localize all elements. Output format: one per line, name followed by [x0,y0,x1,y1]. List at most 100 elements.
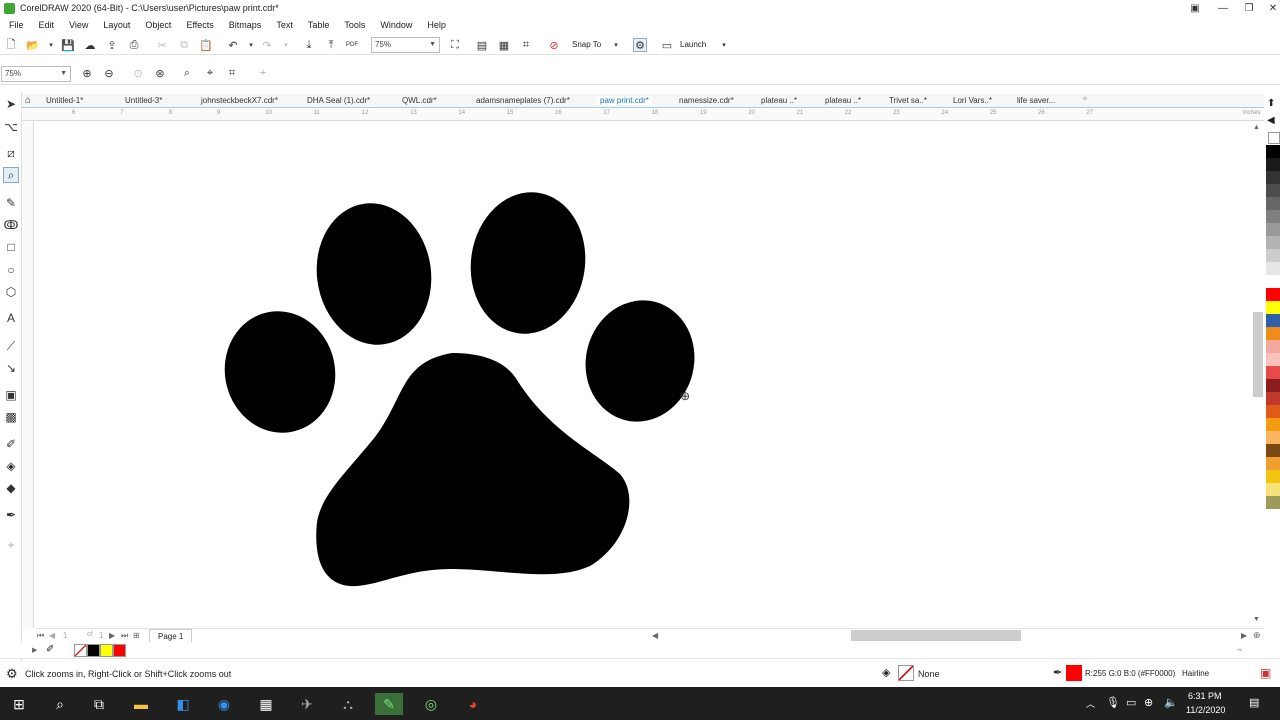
zoom-all-objects-icon[interactable]: ⊛ [153,66,167,80]
menu-effects[interactable]: Effects [186,20,213,30]
restore-icon[interactable]: ▣ [1182,0,1208,16]
tab-plateau-1[interactable]: plateau ..* [761,96,797,105]
doc-palette-eyedropper-icon[interactable]: ✐ [46,644,54,655]
drop-shadow-tool-icon[interactable]: ▣ [3,387,19,403]
tab-namessize[interactable]: namessize.cdr* [679,96,734,105]
menu-view[interactable]: View [69,20,88,30]
palette-swatch[interactable] [1266,340,1280,353]
menu-layout[interactable]: Layout [103,20,130,30]
menu-text[interactable]: Text [276,20,293,30]
add-tab-icon[interactable]: + [1082,94,1088,105]
palette-swatch[interactable] [1266,145,1280,158]
scroll-left-icon[interactable]: ◀ [652,631,658,640]
tab-untitled-1[interactable]: Untitled-1* [46,96,83,105]
palette-swatch[interactable] [1266,184,1280,197]
save-icon[interactable]: 💾 [61,38,75,52]
redo-icon[interactable]: ↷ [260,38,274,52]
undo-dropdown-icon[interactable]: ▾ [244,38,258,52]
palette-swatch[interactable] [1266,288,1280,301]
add-icon[interactable]: + [256,66,270,80]
tab-adamsnameplates[interactable]: adamsnameplates (7).cdr* [476,96,570,105]
show-grid-icon[interactable]: ▦ [497,38,511,52]
show-rulers-icon[interactable]: ▤ [475,38,489,52]
vertical-scroll-thumb[interactable] [1253,312,1263,397]
menu-help[interactable]: Help [427,20,446,30]
menu-table[interactable]: Table [308,20,330,30]
menu-edit[interactable]: Edit [39,20,55,30]
palette-swatch[interactable] [1266,444,1280,457]
palette-swatch[interactable] [1266,223,1280,236]
crop-tool-icon[interactable]: ⧄ [3,145,19,161]
color-eyedropper-tool-icon[interactable]: ✐ [3,436,19,452]
copy-icon[interactable]: ⧉ [177,38,191,52]
options-gear-icon[interactable]: ⚙ [633,38,647,52]
zoom-levels-combo[interactable]: 75% ▼ [371,37,440,53]
palette-swatch[interactable] [1266,210,1280,223]
scroll-down-icon[interactable]: ▼ [1253,616,1260,623]
document-palette-swatch[interactable] [87,644,100,657]
drawing-canvas[interactable]: ⊕ [35,122,1253,628]
menu-object[interactable]: Object [145,20,171,30]
zoom-selected-icon[interactable]: ⊙ [131,66,145,80]
cut-icon[interactable]: ✂ [155,38,169,52]
tray-chevron-icon[interactable]: ︿ [1086,697,1095,710]
vertical-scrollbar[interactable]: ▲ ▼ [1252,122,1264,628]
task-view-icon[interactable]: ⧉ [88,693,110,715]
microphone-icon[interactable]: 🎙 [1106,696,1120,709]
full-screen-preview-icon[interactable]: ⛶ [448,38,462,52]
print-icon[interactable]: ⎙ [127,38,141,52]
polygon-tool-icon[interactable]: ⬡ [3,284,19,300]
app-icon-1[interactable]: ◧ [172,693,194,715]
home-icon[interactable]: ⌂ [25,95,31,106]
import-icon[interactable]: ⤓ [302,38,316,52]
add-page-icon[interactable]: ⊞ [133,631,140,640]
freehand-tool-icon[interactable]: ✎ [3,195,19,211]
notifications-icon[interactable]: ▤ [1249,696,1259,709]
battery-icon[interactable]: ▭ [1126,696,1136,709]
palette-swatch[interactable] [1266,405,1280,418]
tab-paw-print[interactable]: paw print.cdr* [597,96,652,105]
tab-johnsteckbeckx7[interactable]: johnsteckbeckX7.cdr* [201,96,278,105]
undo-icon[interactable]: ↶ [226,38,240,52]
prev-page-icon[interactable]: ◀ [49,631,55,640]
add-tool-icon[interactable]: + [3,537,19,553]
coreldraw-taskbar-icon[interactable]: ✎ [375,693,403,715]
palette-swatch[interactable] [1266,418,1280,431]
zoom-in-icon[interactable]: ⊕ [80,66,94,80]
palette-swatch[interactable] [1266,158,1280,171]
palette-swatch[interactable] [1266,301,1280,314]
zoom-out-icon[interactable]: ⊖ [102,66,116,80]
menu-tools[interactable]: Tools [344,20,365,30]
palette-swatch[interactable] [1266,379,1280,392]
zoom-page-height-icon[interactable]: ⌗ [225,66,239,80]
tab-trivet[interactable]: Trivet sa..* [889,96,927,105]
parallel-dimension-tool-icon[interactable]: ⟋ [3,338,19,354]
palette-swatch[interactable] [1266,171,1280,184]
volume-icon[interactable]: 🔈 [1164,696,1178,709]
document-palette-swatch[interactable] [74,644,87,657]
property-zoom-combo[interactable]: 75% ▼ [1,66,71,82]
zoom-page-width-icon[interactable]: ⌖ [203,66,217,80]
fill-none-swatch[interactable] [898,665,914,681]
show-guidelines-icon[interactable]: ⌗ [519,38,533,52]
last-page-icon[interactable]: ⏭ [121,631,128,641]
minimize-button[interactable]: — [1210,0,1236,16]
windows-start-icon[interactable]: ⊞ [8,693,30,715]
corel-capture-icon[interactable]: ◎ [420,693,442,715]
app-icon-5[interactable]: ⛬ [337,693,359,715]
palette-scroll-up-icon[interactable]: ⬆ [1267,98,1275,109]
tab-lori-vars[interactable]: Lori Vars..* [953,96,992,105]
smart-fill-tool-icon[interactable]: ◆ [3,480,19,496]
app-icon-3[interactable]: ▦ [255,693,277,715]
paste-icon[interactable]: 📋 [199,38,213,52]
palette-swatch[interactable] [1266,353,1280,366]
menu-window[interactable]: Window [380,20,412,30]
document-palette-swatch[interactable] [100,644,113,657]
artistic-media-tool-icon[interactable]: ↂ [3,217,19,233]
zoom-page-icon[interactable]: ⌕ [180,66,194,80]
navigator-zoom-icon[interactable]: ⊕ [1253,630,1261,641]
redo-dropdown-icon[interactable]: ▾ [279,38,293,52]
horizontal-scroll-thumb[interactable] [851,630,1021,641]
close-button[interactable]: ✕ [1260,0,1280,16]
horizontal-ruler[interactable]: 6 7 8 9 10 11 12 13 14 15 16 17 18 19 20 21 22 23 24 25 26 27 [22,109,1264,121]
